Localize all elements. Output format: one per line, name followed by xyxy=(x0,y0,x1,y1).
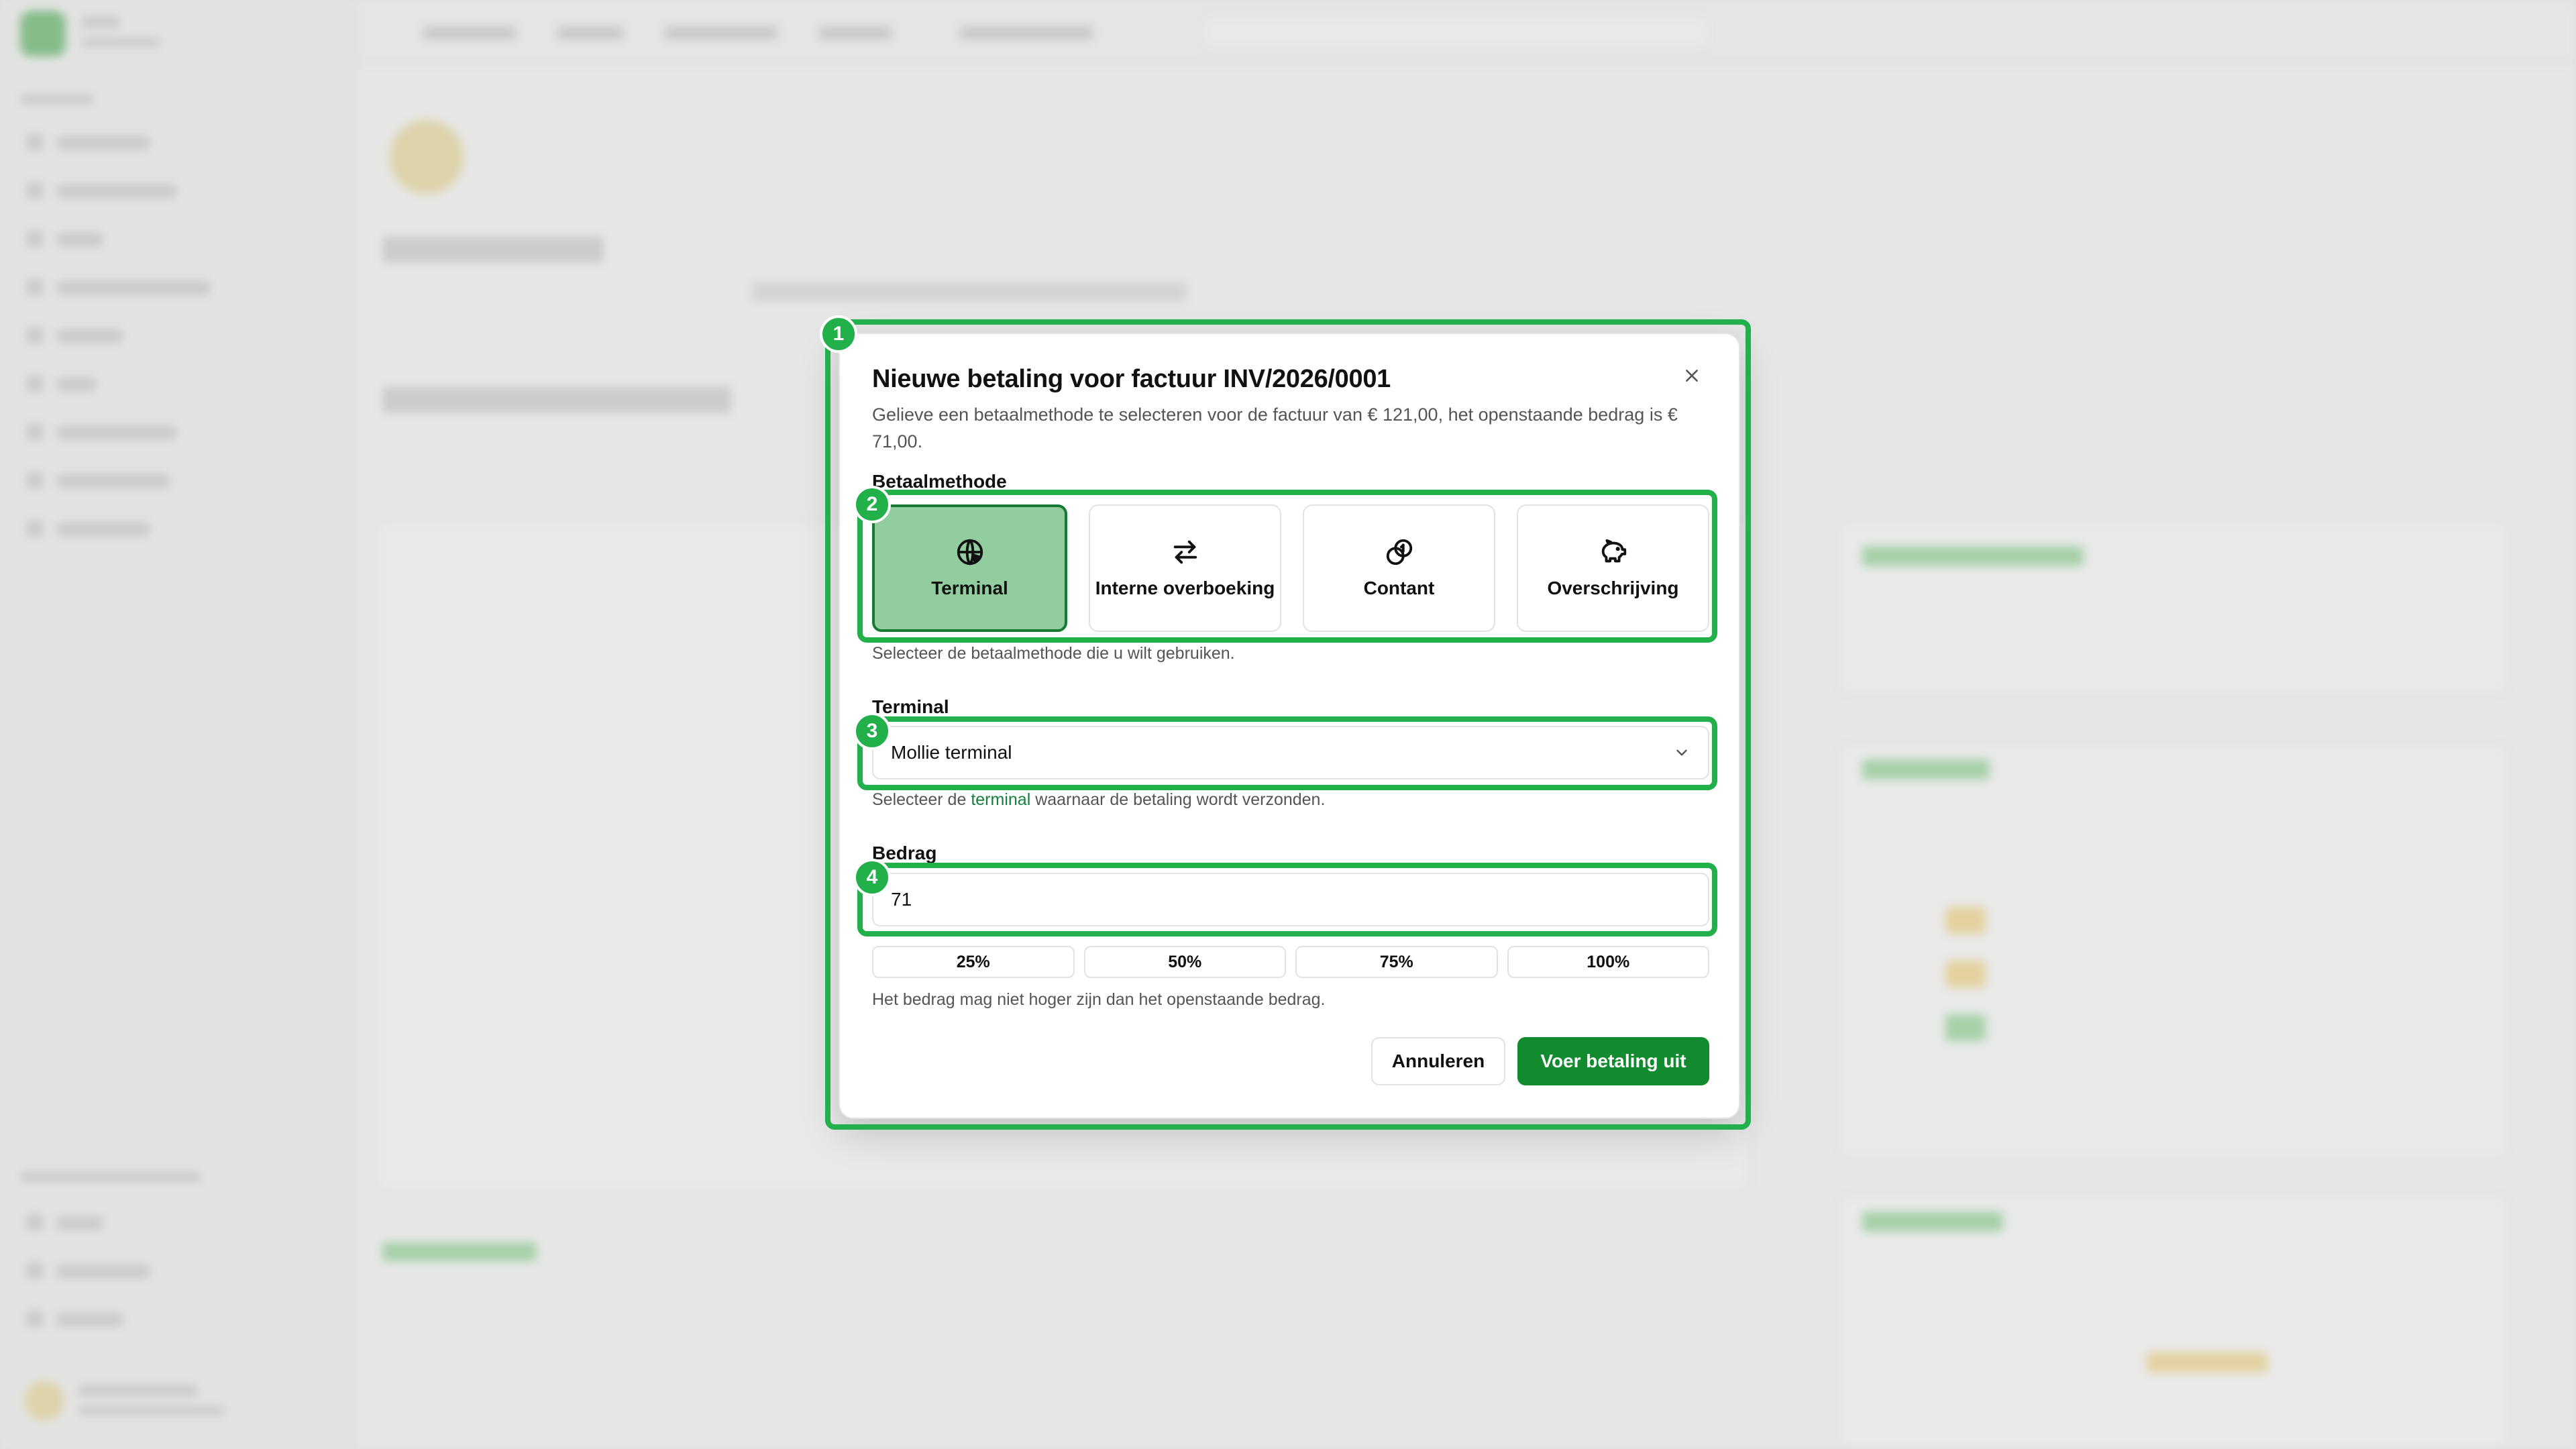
terminal-helper-text: Selecteer de terminal waarnaar de betali… xyxy=(872,790,1326,809)
method-label-text: Interne overboeking xyxy=(1095,578,1275,598)
terminal-select[interactable]: Mollie terminal xyxy=(872,726,1709,780)
annotation-badge-1: 1 xyxy=(820,315,857,353)
method-card-bank-transfer[interactable]: Overschrijving xyxy=(1517,504,1709,632)
arrows-left-right-icon xyxy=(1173,540,1197,564)
amount-input[interactable] xyxy=(872,873,1709,926)
terminal-label: Terminal xyxy=(872,696,949,717)
percent-25-button[interactable]: 25% xyxy=(872,946,1075,978)
execute-payment-button[interactable]: Voer betaling uit xyxy=(1517,1037,1709,1085)
chevron-down-icon xyxy=(1676,749,1687,756)
cancel-button[interactable]: Annuleren xyxy=(1371,1037,1505,1085)
payment-method-group: Terminal Interne overboeking Contant Ove… xyxy=(872,504,1709,632)
method-label-text: Terminal xyxy=(931,578,1008,598)
coins-icon xyxy=(1386,539,1412,566)
method-card-internal-transfer[interactable]: Interne overboeking xyxy=(1089,504,1281,632)
method-card-terminal[interactable]: Terminal xyxy=(872,504,1067,632)
piggy-bank-icon xyxy=(1601,539,1626,563)
percent-100-button[interactable]: 100% xyxy=(1507,946,1709,978)
annotation-badge-4: 4 xyxy=(853,859,891,896)
new-payment-dialog: Nieuwe betaling voor factuur INV/2026/00… xyxy=(839,333,1740,1119)
percent-75-button[interactable]: 75% xyxy=(1295,946,1498,978)
percent-50-button[interactable]: 50% xyxy=(1083,946,1286,978)
terminal-selected-value: Mollie terminal xyxy=(891,742,1012,763)
percent-buttons: 25% 50% 75% 100% xyxy=(872,946,1709,978)
close-icon xyxy=(1686,370,1698,382)
method-label: Betaalmethode xyxy=(872,471,1007,492)
globe-pointer-icon xyxy=(957,539,983,566)
dialog-title: Nieuwe betaling voor factuur INV/2026/00… xyxy=(872,365,1391,393)
annotation-badge-3: 3 xyxy=(853,712,891,750)
method-label-text: Overschrijving xyxy=(1547,578,1679,598)
method-label-text: Contant xyxy=(1363,578,1435,598)
terminal-help-link[interactable]: terminal xyxy=(971,790,1030,809)
annotation-badge-2: 2 xyxy=(853,486,891,523)
method-card-cash[interactable]: Contant xyxy=(1303,504,1495,632)
close-button[interactable] xyxy=(1677,361,1707,390)
amount-helper-text: Het bedrag mag niet hoger zijn dan het o… xyxy=(872,990,1326,1009)
dialog-description: Gelieve een betaalmethode te selecteren … xyxy=(872,405,1678,451)
method-helper-text: Selecteer de betaalmethode die u wilt ge… xyxy=(872,644,1235,663)
